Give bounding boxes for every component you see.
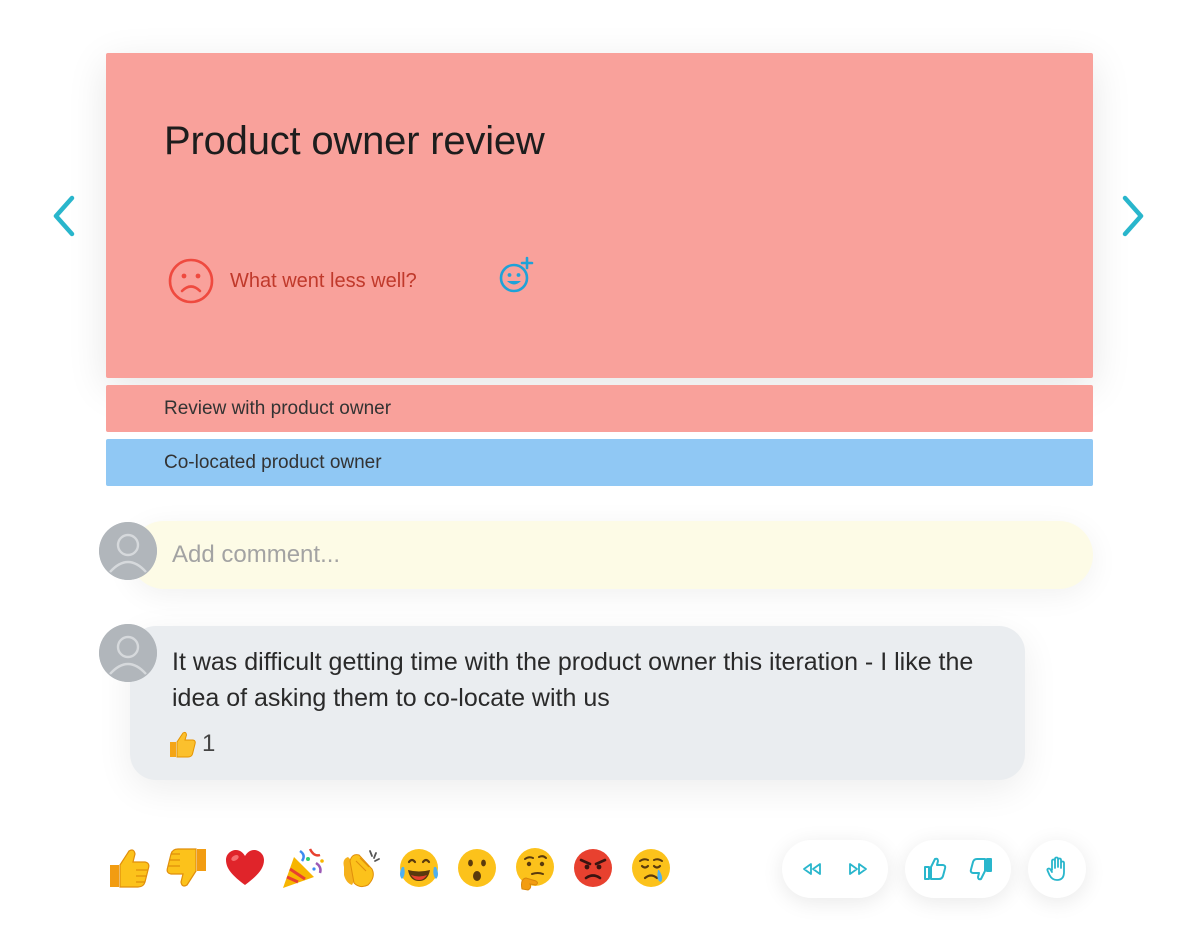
angry-face-icon xyxy=(574,849,612,887)
comment-input[interactable] xyxy=(172,521,1052,589)
react-party-popper-button[interactable] xyxy=(274,840,332,896)
user-avatar-icon xyxy=(99,522,157,580)
card-title: Product owner review xyxy=(164,119,545,163)
previous-card-button[interactable] xyxy=(44,192,84,240)
fast-forward-button[interactable] xyxy=(835,846,881,892)
thumbs-down-icon xyxy=(166,848,206,887)
tears-of-joy-icon xyxy=(400,849,438,887)
reaction-bar xyxy=(100,840,680,896)
raise-hand-icon xyxy=(1046,856,1065,881)
thumbs-up-icon xyxy=(110,849,150,888)
linked-item-review-with-product-owner[interactable]: Review with product owner xyxy=(106,385,1093,432)
react-clapping-hands-button[interactable] xyxy=(332,840,390,896)
user-avatar-icon xyxy=(99,624,157,682)
next-card-button[interactable] xyxy=(1113,192,1153,240)
rewind-button[interactable] xyxy=(789,846,835,892)
reaction-count: 1 xyxy=(202,730,216,757)
raise-hand-control xyxy=(1028,840,1086,898)
add-emoji-icon xyxy=(499,256,534,293)
surprised-face-icon xyxy=(458,849,496,887)
comment-text: It was difficult getting time with the p… xyxy=(172,648,974,712)
rewind-icon xyxy=(803,863,821,875)
party-popper-icon xyxy=(283,848,324,888)
raise-hand-button[interactable] xyxy=(1034,846,1080,892)
thinking-face-icon xyxy=(516,848,554,891)
heart-icon xyxy=(226,850,264,885)
react-tears-of-joy-button[interactable] xyxy=(390,840,448,896)
crying-face-icon xyxy=(632,849,670,887)
vote-controls xyxy=(905,840,1011,898)
sad-face-icon xyxy=(166,256,216,306)
avatar xyxy=(99,522,157,580)
avatar xyxy=(99,624,157,682)
clapping-hands-icon xyxy=(343,850,380,888)
react-angry-face-button[interactable] xyxy=(564,840,622,896)
thumbs-up-icon xyxy=(170,731,196,758)
comment-reaction-thumbs-up[interactable]: 1 xyxy=(166,728,215,760)
fast-forward-icon xyxy=(849,863,867,875)
react-thumbs-down-button[interactable] xyxy=(158,840,216,896)
vote-down-button[interactable] xyxy=(958,846,1004,892)
react-surprised-face-button[interactable] xyxy=(448,840,506,896)
add-reaction-button[interactable] xyxy=(496,256,536,296)
react-thinking-face-button[interactable] xyxy=(506,840,564,896)
react-thumbs-up-button[interactable] xyxy=(100,840,158,896)
comment-input-container xyxy=(130,521,1093,589)
react-heart-button[interactable] xyxy=(216,840,274,896)
timeline-controls xyxy=(782,840,888,898)
linked-item-co-located-product-owner[interactable]: Co-located product owner xyxy=(106,439,1093,486)
retro-card: Product owner review What went less well… xyxy=(106,53,1093,378)
vote-up-button[interactable] xyxy=(912,846,958,892)
vote-up-icon xyxy=(924,857,947,880)
comment: It was difficult getting time with the p… xyxy=(130,626,1025,780)
react-crying-face-button[interactable] xyxy=(622,840,680,896)
chevron-left-icon xyxy=(53,195,75,237)
category-label: What went less well? xyxy=(230,269,417,292)
card-category: What went less well? xyxy=(166,256,417,306)
chevron-right-icon xyxy=(1122,195,1144,237)
vote-down-icon xyxy=(969,858,992,881)
